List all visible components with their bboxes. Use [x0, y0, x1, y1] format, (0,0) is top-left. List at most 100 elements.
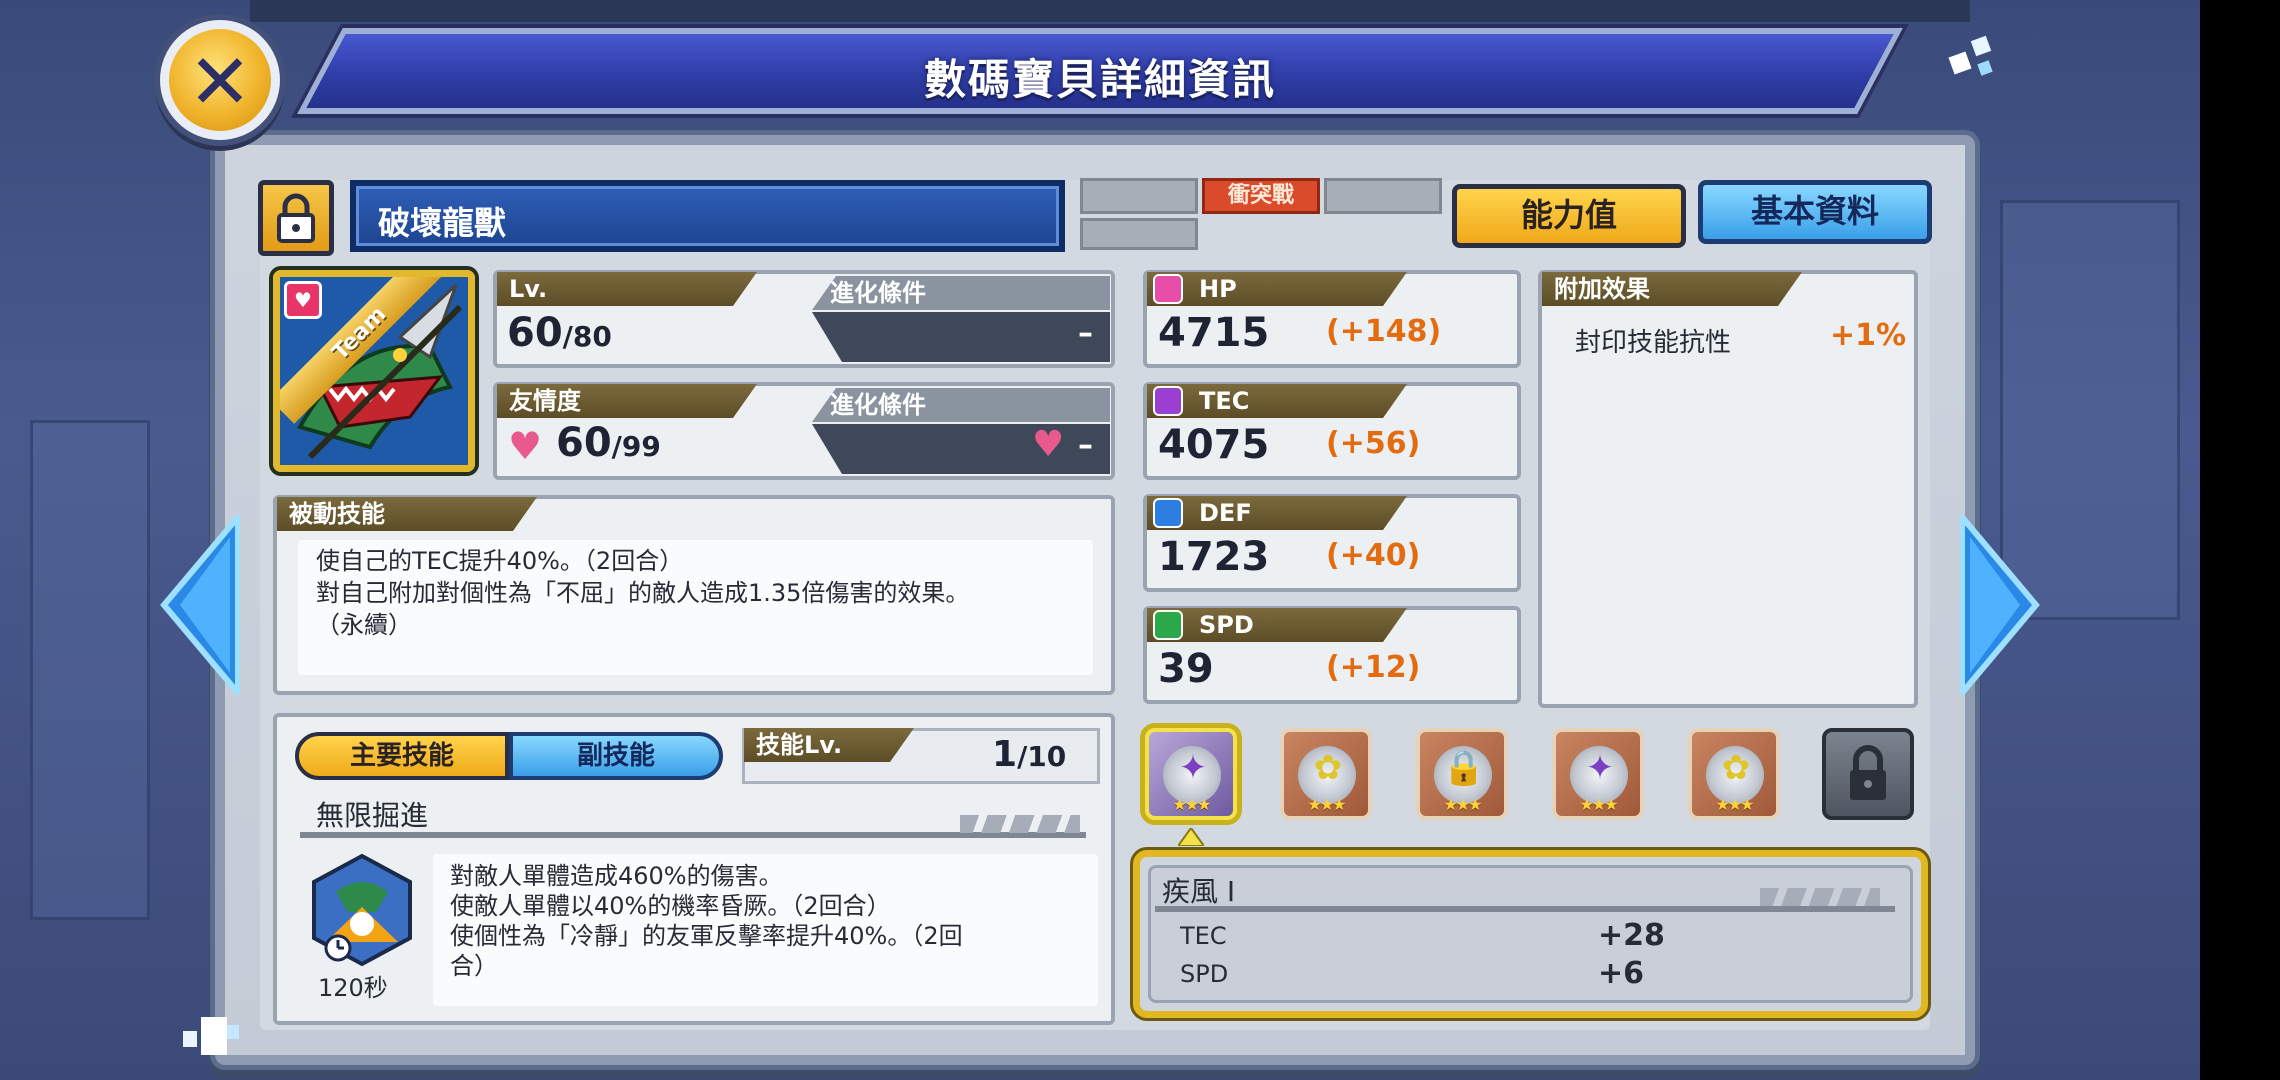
digimon-portrait[interactable]: Team ♥ — [273, 270, 475, 472]
status-slot — [1080, 178, 1198, 214]
plugin-slot-4[interactable]: ✦ ★★★ — [1552, 728, 1644, 820]
stat-bonus-hp: (+148) — [1326, 314, 1442, 349]
plugin-stat-value: +28 — [1598, 918, 1665, 953]
level-max: /80 — [562, 320, 612, 353]
rarity-stars-icon: ★★★ — [1307, 795, 1346, 814]
lock-button[interactable] — [258, 180, 334, 256]
skill-desc-line: 對敵人單體造成460%的傷害。 — [450, 862, 783, 890]
previous-arrow-icon[interactable] — [160, 515, 240, 695]
plugin-slot-3[interactable]: 🔒 ★★★ — [1416, 728, 1508, 820]
skill-icon — [312, 853, 412, 967]
level-label: Lv. — [497, 272, 757, 306]
level-value: 60/80 — [507, 310, 612, 356]
stat-label-tec: TEC — [1147, 384, 1407, 418]
heart-icon: ♥ — [1032, 424, 1065, 465]
stat-label-def: DEF — [1147, 496, 1407, 530]
friendship-evo-value: – — [1078, 428, 1093, 463]
hp-plugin-icon: ✿ — [1721, 748, 1751, 788]
skill-level-max: /10 — [1017, 740, 1067, 773]
def-icon — [1153, 498, 1183, 528]
tec-plugin-icon: ✦ — [1585, 748, 1615, 788]
next-arrow-icon[interactable] — [1960, 515, 2040, 695]
background-window-left — [30, 420, 150, 920]
extra-effect-name: 封印技能抗性 — [1575, 328, 1732, 358]
plugin-stat-value: +6 — [1598, 956, 1645, 991]
digimon-name: 破壞龍獸 — [378, 204, 507, 242]
plugin-slot-1[interactable]: ✦ ★★★ — [1145, 728, 1237, 820]
passive-skill-line: 對自己附加對個性為「不屈」的敵人造成1.35倍傷害的效果。 — [316, 579, 970, 607]
stat-value-def: 1723 — [1158, 534, 1270, 580]
background-status-strip — [250, 0, 1970, 22]
stat-value-hp: 4715 — [1158, 310, 1270, 356]
rarity-stars-icon: ★★★ — [1715, 795, 1754, 814]
level-evo-label: 進化條件 — [812, 276, 1110, 310]
hp-icon — [1153, 274, 1183, 304]
plugin-detail-inner — [1148, 865, 1913, 1003]
plugin-slot-locked[interactable] — [1822, 728, 1914, 820]
divider-stripes — [960, 815, 1080, 833]
plugin-slot-2[interactable]: ✿ ★★★ — [1280, 728, 1372, 820]
stat-bonus-spd: (+12) — [1326, 650, 1421, 685]
divider-stripes — [1760, 888, 1880, 906]
skill-name: 無限掘進 — [316, 799, 429, 832]
stat-label-spd: SPD — [1147, 608, 1407, 642]
rarity-stars-icon: ★★★ — [1579, 795, 1618, 814]
skill-desc-line: 使個性為「冷靜」的友軍反擊率提升40%。（2回 — [450, 922, 963, 950]
level-current: 60 — [507, 310, 563, 356]
skill-desc-line: 使敵人單體以40%的機率昏厥。（2回合） — [450, 892, 891, 920]
friendship-evo-label: 進化條件 — [812, 388, 1110, 422]
hp-plugin-icon: ✿ — [1313, 748, 1343, 788]
tab-ability[interactable]: 能力值 — [1452, 184, 1686, 248]
lock-icon — [277, 193, 315, 243]
stat-value-tec: 4075 — [1158, 422, 1270, 468]
lock-plugin-icon: 🔒 — [1442, 748, 1486, 788]
name-box: 破壞龍獸 — [350, 180, 1065, 252]
passive-skill-line: （永續） — [316, 611, 412, 639]
plugin-slot-5[interactable]: ✿ ★★★ — [1688, 728, 1780, 820]
corner-cube-icon — [1948, 35, 1993, 76]
clash-badge: 衝突戰 — [1202, 178, 1320, 214]
tab-sub-skill[interactable]: 副技能 — [509, 732, 723, 780]
game-scene: 數碼寶貝詳細資訊 ✕ 破壞龍獸 衝突戰 能力值 基本資料 Team ♥ Lv. … — [0, 0, 2200, 1080]
favorite-heart-icon: ♥ — [284, 281, 322, 319]
tec-icon — [1153, 386, 1183, 416]
corner-cube-icon — [183, 1017, 239, 1055]
page-title: 數碼寶貝詳細資訊 — [923, 55, 1276, 104]
passive-skill-label: 被動技能 — [277, 497, 537, 531]
status-slot — [1080, 218, 1198, 250]
stat-value-spd: 39 — [1158, 646, 1214, 692]
status-slot — [1324, 178, 1442, 214]
extra-effect-label: 附加效果 — [1542, 272, 1802, 306]
plugin-name-divider — [1155, 906, 1895, 912]
tab-basic-info[interactable]: 基本資料 — [1698, 180, 1932, 244]
friendship-evo-slot — [812, 424, 1110, 474]
screen-edge — [2200, 0, 2280, 1080]
tec-plugin-icon: ✦ — [1178, 748, 1208, 788]
plugin-stat-name: TEC — [1180, 922, 1227, 950]
heart-icon: ♥ — [508, 424, 543, 468]
skill-level-label: 技能Lv. — [744, 728, 914, 762]
friendship-value: 60/99 — [556, 420, 661, 466]
stat-label-hp: HP — [1147, 272, 1407, 306]
close-button[interactable]: ✕ — [160, 20, 280, 140]
plugin-stat-name: SPD — [1180, 960, 1229, 988]
friendship-label: 友情度 — [497, 384, 757, 418]
plugin-name: 疾風 I — [1162, 875, 1236, 908]
passive-skill-line: 使自己的TEC提升40%。（2回合） — [316, 547, 684, 575]
friendship-current: 60 — [556, 420, 612, 466]
selected-indicator-icon — [1178, 828, 1204, 846]
skill-desc-line: 合） — [450, 952, 498, 980]
rarity-stars-icon: ★★★ — [1443, 795, 1482, 814]
skill-cooldown: 120秒 — [318, 974, 388, 1002]
lock-icon — [1850, 745, 1886, 800]
plugin-detail-box — [1133, 850, 1928, 1018]
friendship-max: /99 — [611, 430, 661, 463]
extra-effect-value: +1% — [1830, 318, 1907, 353]
tab-main-skill[interactable]: 主要技能 — [295, 732, 509, 780]
spd-icon — [1153, 610, 1183, 640]
rarity-stars-icon: ★★★ — [1172, 795, 1211, 814]
level-evo-value: – — [1078, 316, 1093, 351]
stat-bonus-def: (+40) — [1326, 538, 1421, 573]
stat-bonus-tec: (+56) — [1326, 426, 1421, 461]
skill-level-value: 1/10 — [992, 734, 1066, 775]
